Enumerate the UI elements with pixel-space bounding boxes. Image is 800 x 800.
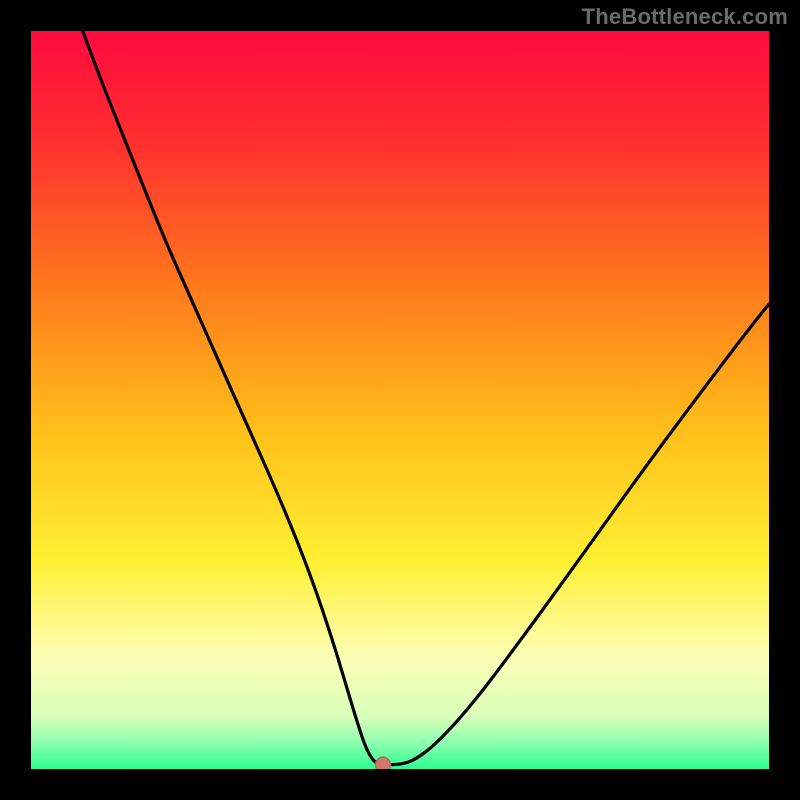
chart-frame: TheBottleneck.com	[0, 0, 800, 800]
gradient-background	[31, 31, 769, 769]
watermark-text: TheBottleneck.com	[582, 4, 788, 30]
bottleneck-chart	[31, 31, 769, 769]
plot-area	[31, 31, 769, 769]
minimum-marker-icon	[376, 757, 391, 769]
